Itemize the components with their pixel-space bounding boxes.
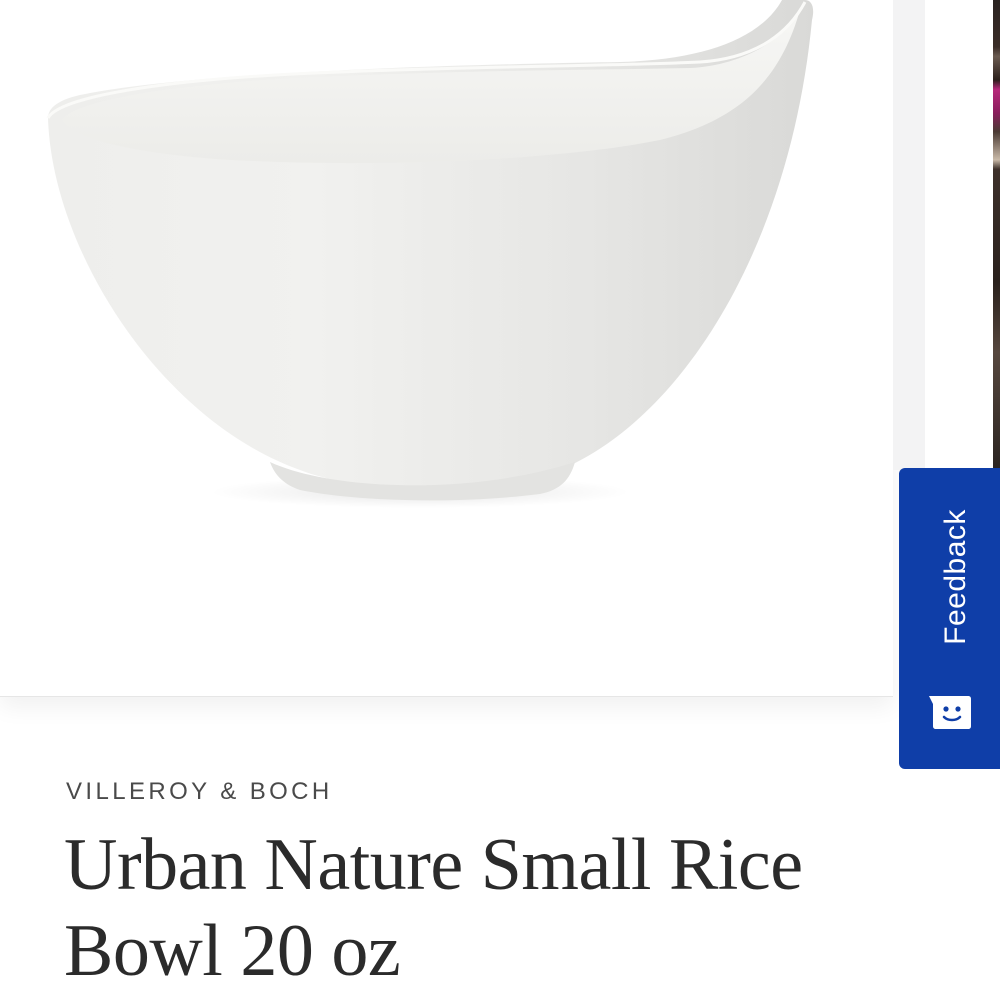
product-image-carousel[interactable] <box>0 0 893 697</box>
carousel-gutter <box>893 0 925 470</box>
product-brand[interactable]: VILLEROY & BOCH <box>66 778 333 806</box>
product-image[interactable] <box>0 0 893 697</box>
smiley-chat-icon <box>929 696 971 729</box>
product-title: Urban Nature Small Rice Bowl 20 oz <box>64 824 803 992</box>
product-page: Feedback VILLEROY & BOCH Urban Nature Sm… <box>0 0 1000 1000</box>
feedback-label: Feedback <box>939 509 972 645</box>
next-product-image-peek[interactable] <box>993 0 1000 470</box>
next-image-frame <box>925 0 993 470</box>
